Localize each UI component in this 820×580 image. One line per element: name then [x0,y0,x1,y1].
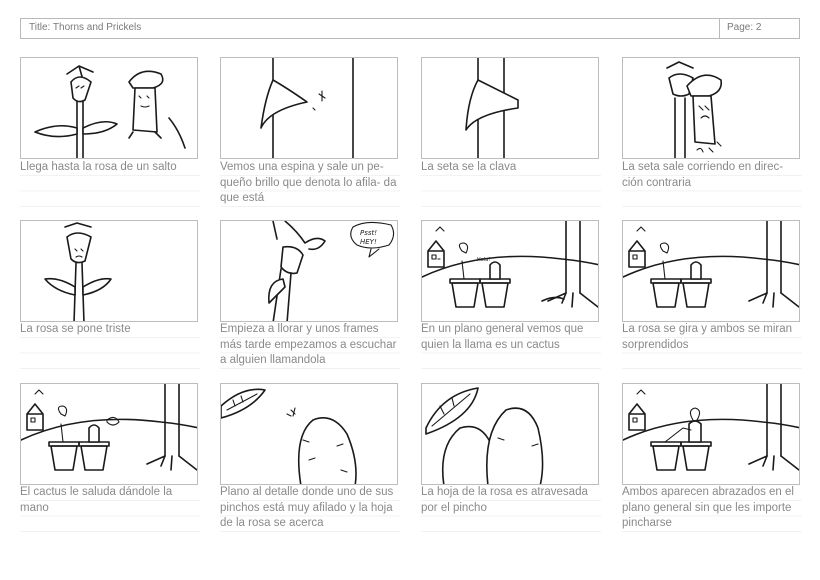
panel-7-sketch: Hola! [421,220,599,322]
panel-4-caption: La seta sale corriendo en direc- ción co… [622,160,802,207]
panel-11-sketch [421,383,599,485]
panel-8-caption: La rosa se gira y ambos se miran sorpren… [622,322,802,369]
panel-2-sketch [220,57,398,159]
panel-11-caption: La hoja de la rosa es atravesada por el … [421,485,601,532]
speech-bubble-text: Psst! HEY! [360,229,378,246]
panel-12-caption: Ambos aparecen abrazados en el plano gen… [622,485,802,532]
panel-6-sketch: Psst! HEY! [220,220,398,322]
panel-12-sketch [622,383,800,485]
panel-9-sketch [20,383,198,485]
panel-10-caption: Plano al detalle donde uno de sus pincho… [220,485,400,532]
panel-9-caption: El cactus le saluda dándole la mano [20,485,200,532]
panel-6-caption: Empieza a llorar y unos frames más tarde… [220,322,400,369]
title-bar: Title: Thorns and Prickels Page: 2 [20,18,800,39]
panel-10-sketch [220,383,398,485]
panel-1-caption: Llega hasta la rosa de un salto [20,160,200,207]
panel-5-sketch [20,220,198,322]
page-number: Page: 2 [727,22,762,33]
panel-8-sketch [622,220,800,322]
panel-5-caption: La rosa se pone triste [20,322,200,369]
panel-3-sketch [421,57,599,159]
hola-speech-text: Hola! [477,257,491,263]
panel-3-caption: La seta se la clava [421,160,601,207]
panel-1-sketch [20,57,198,159]
storyboard-title: Title: Thorns and Prickels [29,22,142,33]
page-number-box: Page: 2 [719,19,799,38]
panel-7-caption: En un plano general vemos que quien la l… [421,322,601,369]
panel-4-sketch [622,57,800,159]
panel-2-caption: Vemos una espina y sale un pe- queño bri… [220,160,400,207]
